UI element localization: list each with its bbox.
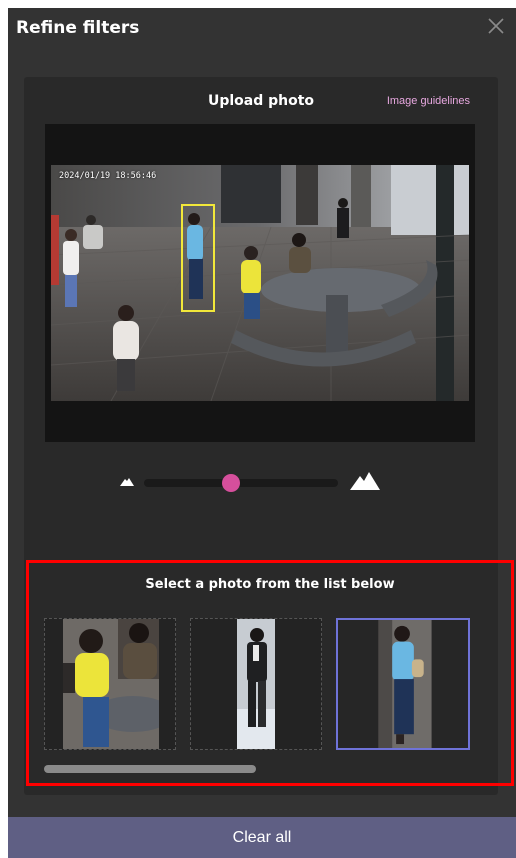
photo-thumbnail-1[interactable] [44,618,176,750]
camera-scene-image [51,165,469,401]
mountain-large-icon [350,472,380,490]
clear-all-button[interactable]: Clear all [8,817,516,858]
panel-title: Refine filters [16,18,140,38]
refine-filters-panel: Refine filters Upload photo Image guidel… [8,8,516,858]
select-photo-title: Select a photo from the list below [145,577,395,592]
similarity-slider [120,472,386,492]
thumbnail-image-1 [63,619,159,749]
video-timestamp: 2024/01/19 18:56:46 [59,171,157,181]
slider-thumb[interactable] [222,474,241,492]
photo-thumbnail-list [44,618,514,752]
image-guidelines-link[interactable]: Image guidelines [387,95,470,107]
close-button[interactable] [484,14,508,38]
photo-thumbnail-2[interactable] [190,618,322,750]
slider-track[interactable] [144,474,338,492]
thumbnail-image-2 [237,619,275,749]
close-icon [488,18,504,34]
horizontal-scrollbar[interactable] [44,765,484,773]
photo-viewer: 2024/01/19 18:56:46 [45,124,475,442]
camera-frame[interactable]: 2024/01/19 18:56:46 [51,165,469,401]
scrollbar-thumb[interactable] [44,765,256,773]
photo-selection-section: Select a photo from the list below [26,560,514,786]
photo-thumbnail-3[interactable] [336,618,470,750]
thumbnail-image-3 [378,620,432,748]
mountain-small-icon [120,478,134,486]
